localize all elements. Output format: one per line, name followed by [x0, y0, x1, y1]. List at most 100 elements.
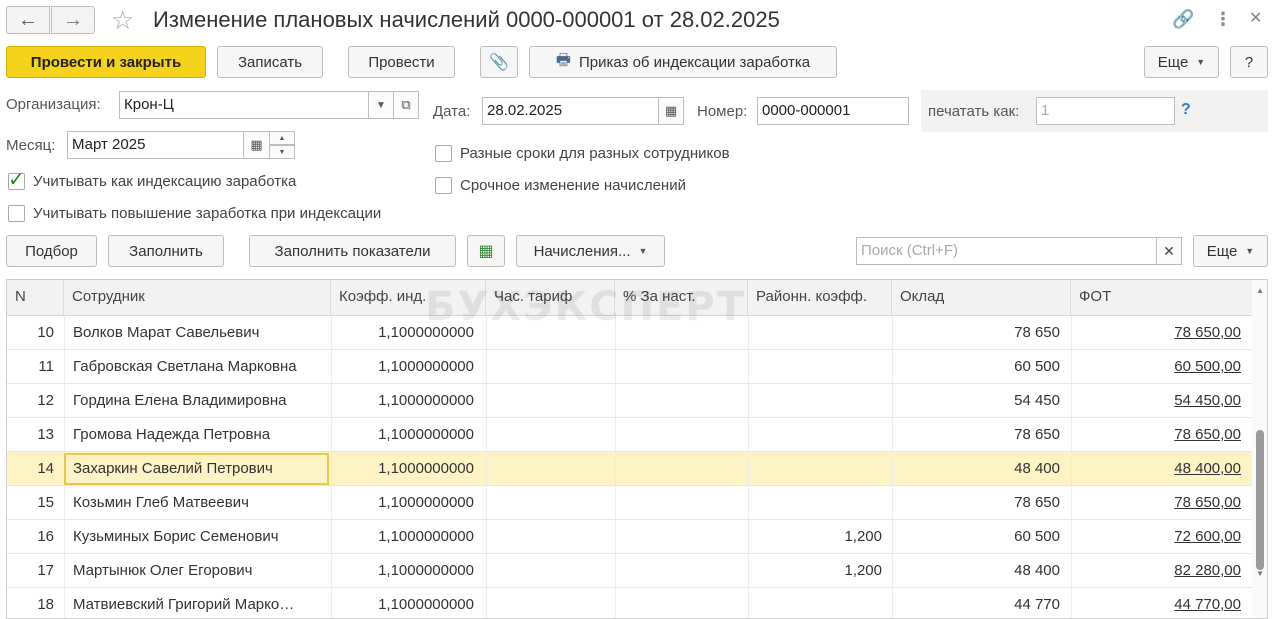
- column-divider: [64, 486, 65, 520]
- org-dropdown-button[interactable]: ▼: [368, 91, 394, 119]
- month-up-button[interactable]: ▲: [269, 131, 295, 145]
- page-title: Изменение плановых начислений 0000-00000…: [153, 7, 780, 32]
- print-order-button[interactable]: 🖶 Приказ об индексации заработка: [529, 46, 837, 78]
- col-regional[interactable]: Районн. коэфф.: [748, 280, 892, 316]
- cell-n: 12: [37, 392, 54, 409]
- table-row[interactable]: 18 Матвиевский Григорий Марко… 1,100000000…: [7, 588, 1253, 618]
- column-divider: [615, 418, 616, 452]
- print-as-input[interactable]: 1: [1036, 97, 1175, 125]
- cell-regional: [748, 316, 882, 350]
- col-salary[interactable]: Оклад: [892, 280, 1071, 316]
- post-and-close-button[interactable]: Провести и закрыть: [6, 46, 206, 78]
- fill-indicators-button[interactable]: Заполнить показатели: [249, 235, 456, 267]
- diff-terms-checkbox[interactable]: [435, 145, 452, 162]
- cell-regional: [748, 588, 882, 618]
- fill-button[interactable]: Заполнить: [108, 235, 224, 267]
- chevron-up-icon: ▲: [278, 134, 286, 142]
- number-input[interactable]: 0000-000001: [757, 97, 909, 125]
- urgent-checkbox[interactable]: [435, 177, 452, 194]
- column-divider: [615, 384, 616, 418]
- column-divider: [615, 486, 616, 520]
- cell-regional: 1,200: [844, 562, 882, 579]
- table-row[interactable]: 14 Захаркин Савелий Петрович 1,1000000000 4…: [7, 452, 1253, 486]
- col-fot[interactable]: ФОТ: [1071, 280, 1253, 316]
- col-employee[interactable]: Сотрудник: [64, 280, 331, 316]
- date-label: Дата:: [433, 103, 471, 120]
- month-down-button[interactable]: ▼: [269, 145, 295, 159]
- cell-fot[interactable]: 78 650,00: [1071, 316, 1241, 350]
- printer-icon: 🖶: [555, 51, 571, 69]
- more-button[interactable]: Еще ▼: [1144, 46, 1219, 78]
- calendar-icon: ▦: [250, 137, 263, 152]
- column-divider: [615, 452, 616, 486]
- employees-table: N Сотрудник Коэфф. инд. Час. тариф % За …: [6, 279, 1268, 619]
- close-icon[interactable]: ✕: [1249, 8, 1262, 30]
- search-input[interactable]: Поиск (Ctrl+F): [856, 237, 1158, 265]
- cell-n: 18: [37, 596, 54, 613]
- active-cell-frame[interactable]: [64, 453, 329, 485]
- cell-employee: Гордина Елена Владимировна: [73, 392, 287, 409]
- cell-fot[interactable]: 48 400,00: [1071, 452, 1241, 486]
- attach-button[interactable]: 📎: [480, 46, 518, 78]
- add-table-button[interactable]: ▦: [467, 235, 505, 267]
- table-add-icon: ▦: [478, 243, 494, 260]
- accruals-button[interactable]: Начисления... ▼: [516, 235, 665, 267]
- month-input[interactable]: Март 2025: [67, 131, 244, 159]
- date-calendar-button[interactable]: ▦: [658, 97, 684, 125]
- column-divider: [486, 418, 487, 452]
- table-row[interactable]: 13 Громова Надежда Петровна 1,1000000000 78…: [7, 418, 1253, 452]
- cell-n: 16: [37, 528, 54, 545]
- cell-fot[interactable]: 44 770,00: [1071, 588, 1241, 618]
- dropdown-arrow-icon: ▼: [1196, 57, 1206, 67]
- diff-terms-label: Разные сроки для разных сотрудников: [460, 145, 730, 162]
- table-more-button[interactable]: Еще ▼: [1193, 235, 1268, 267]
- column-divider: [64, 384, 65, 418]
- cell-coef: 1,1000000000: [378, 528, 474, 545]
- scroll-up-icon[interactable]: ▲: [1256, 286, 1264, 295]
- favorite-star-icon[interactable]: ☆: [111, 5, 134, 35]
- table-row[interactable]: 16 Кузьминых Борис Семенович 1,1000000000 1…: [7, 520, 1253, 554]
- column-divider: [64, 350, 65, 384]
- more-vertical-icon[interactable]: ⋮: [1214, 8, 1232, 30]
- date-input[interactable]: 28.02.2025: [482, 97, 659, 125]
- print-as-help-icon[interactable]: ?: [1181, 101, 1191, 119]
- table-row[interactable]: 11 Габровская Светлана Марковна 1,10000000…: [7, 350, 1253, 384]
- back-button[interactable]: ←: [6, 6, 50, 34]
- help-button[interactable]: ?: [1230, 46, 1268, 78]
- link-icon[interactable]: 🔗: [1172, 8, 1194, 30]
- open-form-icon: ⧉: [401, 97, 411, 112]
- col-n[interactable]: N: [7, 280, 64, 316]
- cell-fot[interactable]: 78 650,00: [1071, 418, 1241, 452]
- table-row[interactable]: 12 Гордина Елена Владимировна 1,1000000000…: [7, 384, 1253, 418]
- scroll-down-icon[interactable]: ▼: [1256, 569, 1264, 578]
- org-open-button[interactable]: ⧉: [393, 91, 419, 119]
- table-row[interactable]: 17 Мартынюк Олег Егорович 1,1000000000 1,20…: [7, 554, 1253, 588]
- column-divider: [615, 554, 616, 588]
- pick-button[interactable]: Подбор: [6, 235, 97, 267]
- cell-employee: Волков Марат Савельевич: [73, 324, 260, 341]
- column-divider: [486, 486, 487, 520]
- checkmark-icon: ✓: [8, 169, 25, 191]
- forward-button[interactable]: →: [51, 6, 95, 34]
- cell-fot[interactable]: 60 500,00: [1071, 350, 1241, 384]
- dropdown-arrow-icon: ▼: [1245, 246, 1255, 256]
- save-button[interactable]: Записать: [217, 46, 323, 78]
- cell-fot[interactable]: 72 600,00: [1071, 520, 1241, 554]
- org-input[interactable]: Крон-Ц: [119, 91, 369, 119]
- table-row[interactable]: 15 Козьмин Глеб Матвеевич 1,1000000000 78 6…: [7, 486, 1253, 520]
- month-calendar-button[interactable]: ▦: [243, 131, 270, 159]
- search-clear-button[interactable]: ✕: [1156, 237, 1182, 265]
- column-divider: [486, 452, 487, 486]
- raise-checkbox[interactable]: [8, 205, 25, 222]
- cell-fot[interactable]: 54 450,00: [1071, 384, 1241, 418]
- post-button[interactable]: Провести: [348, 46, 455, 78]
- table-scrollbar[interactable]: ▲ ▼: [1252, 280, 1267, 618]
- urgent-label: Срочное изменение начислений: [460, 177, 686, 194]
- cell-n: 17: [37, 562, 54, 579]
- cell-employee: Кузьминых Борис Семенович: [73, 528, 279, 545]
- paperclip-icon: 📎: [489, 54, 509, 71]
- cell-fot[interactable]: 78 650,00: [1071, 486, 1241, 520]
- cell-fot[interactable]: 82 280,00: [1071, 554, 1241, 588]
- cell-employee: Габровская Светлана Марковна: [73, 358, 297, 375]
- scroll-thumb[interactable]: [1256, 430, 1264, 570]
